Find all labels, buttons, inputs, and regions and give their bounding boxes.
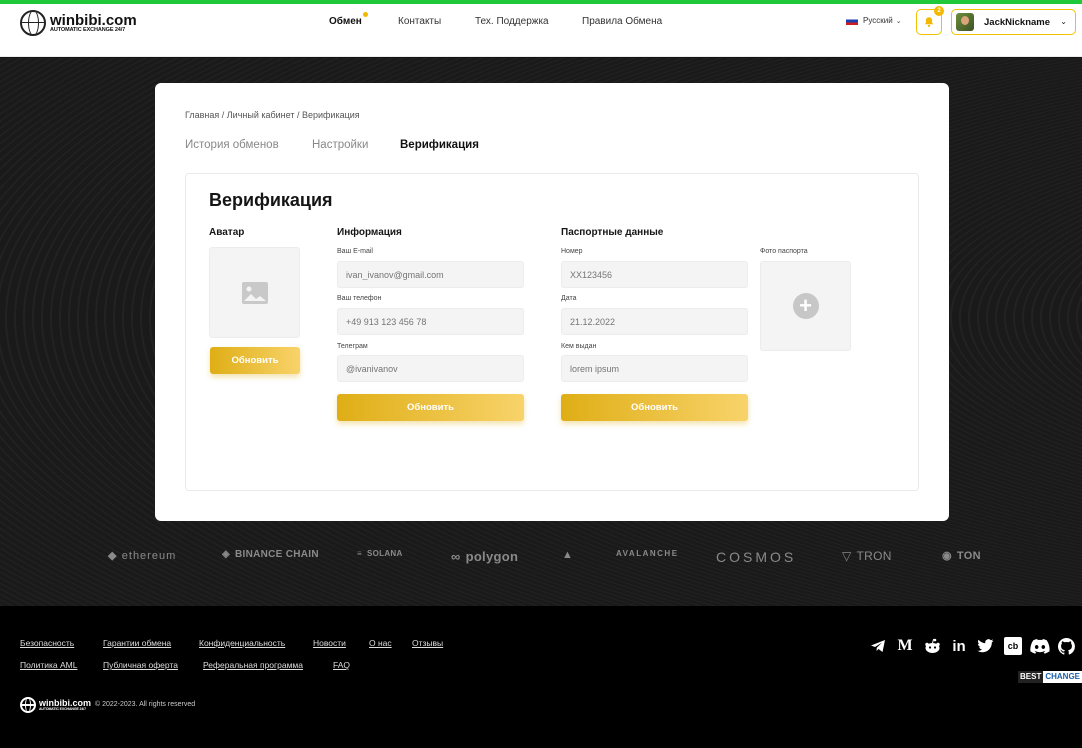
tab-history[interactable]: История обменов — [185, 139, 279, 151]
telegram-field[interactable] — [337, 355, 524, 382]
discord-icon[interactable] — [1030, 638, 1050, 654]
info-heading: Информация — [337, 227, 402, 238]
user-menu[interactable]: JackNickname ⌄ — [951, 9, 1076, 35]
footer-logo-tagline: AUTOMATIC EXCHANGE 24/7 — [39, 706, 86, 711]
passport-issued-field[interactable] — [561, 355, 748, 382]
globe-icon — [20, 10, 46, 36]
logo-tagline: AUTOMATIC EXCHANGE 24/7 — [50, 26, 126, 33]
twitter-icon[interactable] — [977, 638, 994, 654]
update-avatar-button[interactable]: Обновить — [210, 347, 300, 374]
medium-icon[interactable]: M — [897, 637, 913, 654]
passport-date-field[interactable] — [561, 308, 748, 335]
logo-name: winbibi.com — [50, 11, 137, 29]
email-label: Ваш E-mail — [337, 248, 373, 255]
reddit-icon[interactable] — [924, 638, 941, 654]
footer-link-aml[interactable]: Политика AML — [20, 660, 77, 670]
linkedin-icon[interactable]: in — [951, 638, 967, 655]
notifications-button[interactable]: 2 — [916, 6, 944, 35]
language-selector[interactable]: Русский ⌄ — [846, 16, 902, 25]
page-title: Верификация — [209, 190, 333, 210]
nav-rules[interactable]: Правила Обмена — [582, 16, 662, 27]
language-label: Русский — [863, 16, 893, 25]
footer-link-privacy[interactable]: Конфиденциальность — [199, 638, 285, 648]
ton-icon: ◉ — [942, 550, 952, 562]
passport-issued-label: Кем выдан — [561, 343, 597, 350]
image-placeholder-icon — [241, 281, 268, 304]
tab-verification[interactable]: Верификация — [400, 139, 479, 151]
breadcrumb: Главная / Личный кабинет / Верификация — [185, 110, 360, 120]
phone-label: Ваш телефон — [337, 295, 382, 302]
update-info-button[interactable]: Обновить — [337, 394, 524, 421]
plus-icon: + — [792, 293, 819, 319]
polygon-icon: ∞ — [451, 549, 461, 564]
footer-logo[interactable]: winbibi.com AUTOMATIC EXCHANGE 24/7 — [20, 697, 91, 713]
globe-icon — [20, 697, 36, 713]
passport-number-label: Номер — [561, 248, 583, 255]
footer-link-guarantees[interactable]: Гарантии обмена — [103, 638, 171, 648]
solana-icon: ≡ — [357, 549, 362, 558]
footer — [0, 606, 1082, 748]
passport-number-field[interactable] — [561, 261, 748, 288]
tab-settings[interactable]: Настройки — [312, 139, 368, 151]
phone-field[interactable] — [337, 308, 524, 335]
nav-support[interactable]: Тех. Поддержка — [475, 16, 549, 27]
avatar — [956, 13, 974, 31]
passport-photo-upload[interactable]: + — [760, 261, 851, 351]
binance-icon: ◈ — [222, 549, 230, 560]
nav-exchange[interactable]: Обмен — [329, 12, 368, 27]
update-passport-button[interactable]: Обновить — [561, 394, 748, 421]
partner-polygon: ∞ polygon — [451, 549, 519, 564]
footer-link-security[interactable]: Безопасность — [20, 638, 74, 648]
nav-contacts[interactable]: Контакты — [398, 16, 441, 27]
header: winbibi.com AUTOMATIC EXCHANGE 24/7 Обме… — [0, 4, 1082, 57]
partner-avalanche-icon: ▲ — [562, 549, 578, 561]
passport-date-label: Дата — [561, 295, 577, 302]
avalanche-icon: ▲ — [562, 549, 574, 561]
footer-link-about[interactable]: О нас — [369, 638, 392, 648]
footer-link-faq[interactable]: FAQ — [333, 660, 350, 670]
bell-icon — [924, 17, 934, 27]
russia-flag-icon — [846, 16, 858, 25]
tron-icon: ▽ — [842, 549, 852, 563]
passport-heading: Паспортные данные — [561, 227, 664, 238]
chevron-down-icon: ⌄ — [1060, 17, 1067, 26]
footer-link-referral[interactable]: Реферальная программа — [203, 660, 303, 670]
coinbase-icon[interactable]: cb — [1004, 637, 1022, 655]
chevron-down-icon: ⌄ — [895, 17, 902, 25]
partner-cosmos: COSMOS — [716, 549, 797, 565]
partner-binance: ◈ BINANCE CHAIN — [222, 549, 319, 560]
telegram-label: Телеграм — [337, 343, 368, 350]
partner-tron: ▽ TRON — [842, 549, 892, 563]
partner-solana: ≡ SOLANA — [357, 549, 403, 558]
passport-photo-label: Фото паспорта — [760, 248, 808, 255]
github-icon[interactable] — [1058, 638, 1075, 655]
nav-active-dot — [362, 12, 368, 17]
copyright: © 2022-2023. All rights reserved — [95, 701, 196, 708]
footer-link-news[interactable]: Новости — [313, 638, 346, 648]
bestchange-part1: BEST — [1018, 671, 1044, 683]
avatar-preview[interactable] — [209, 247, 300, 338]
partner-ton: ◉ TON — [942, 549, 981, 563]
footer-link-offer[interactable]: Публичная оферта — [103, 660, 178, 670]
ethereum-icon: ◆ — [108, 550, 117, 562]
logo[interactable]: winbibi.com AUTOMATIC EXCHANGE 24/7 — [20, 10, 137, 36]
partner-avalanche: AVALANCHE — [616, 549, 679, 558]
footer-link-reviews[interactable]: Отзывы — [412, 638, 443, 648]
bestchange-part2: CHANGE — [1043, 671, 1082, 683]
telegram-icon[interactable] — [870, 638, 886, 654]
username: JackNickname — [984, 16, 1051, 28]
avatar-heading: Аватар — [209, 227, 245, 238]
notification-count-badge: 2 — [934, 6, 944, 16]
partner-ethereum: ◆ ethereum — [108, 549, 177, 563]
bestchange-badge[interactable]: BEST CHANGE — [1018, 671, 1082, 683]
email-field[interactable] — [337, 261, 524, 288]
